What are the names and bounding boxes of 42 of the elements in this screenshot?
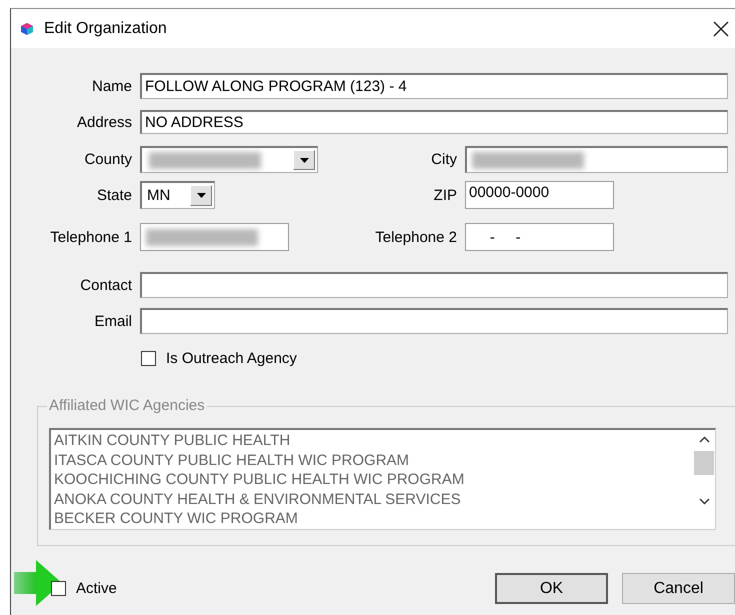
window-title: Edit Organization [44, 20, 168, 38]
scroll-thumb[interactable] [694, 451, 714, 475]
arrow-annotation [14, 560, 62, 606]
input-field[interactable]: FOLLOW ALONG PROGRAM (123) - 4 [140, 73, 728, 99]
list-item[interactable]: BECKER COUNTY WIC PROGRAM [54, 509, 693, 528]
dialog-button[interactable]: OK [495, 573, 608, 604]
field-label: State [96, 186, 132, 204]
dialog-button[interactable]: Cancel [622, 573, 735, 604]
field-label: Telephone 1 [49, 228, 132, 246]
input-field[interactable]: - - [465, 223, 614, 251]
checkbox-label: Active [76, 580, 117, 597]
field-label: County [83, 151, 132, 168]
checkbox[interactable] [51, 581, 66, 596]
list-item[interactable]: AITKIN COUNTY PUBLIC HEALTH [54, 431, 693, 450]
scroll-up-icon [698, 436, 710, 443]
input-field[interactable] [140, 223, 289, 251]
close-icon [713, 20, 729, 36]
field-label: Address [76, 114, 132, 130]
field-label: Email [93, 312, 132, 330]
list-item[interactable]: KOOCHICHING COUNTY PUBLIC HEALTH WIC PROGRAM [54, 470, 693, 490]
list-item[interactable]: ANOKA COUNTY HEALTH & ENVIRONMENTAL SERVICES [54, 490, 693, 509]
input-field[interactable]: NO ADDRESS [140, 110, 728, 134]
input-field[interactable] [465, 146, 728, 173]
scroll-down-icon [698, 498, 710, 505]
checkbox-label: Is Outreach Agency [166, 350, 297, 367]
field-label: ZIP [432, 186, 457, 204]
dropdown-arrow-icon [196, 193, 206, 198]
list-box[interactable]: AITKIN COUNTY PUBLIC HEALTH ITASCA COUNTY PUBLIC HEALTH WIC PROGRAM KOOCHICHING COUNTY PUBLIC HEALTH WIC PROGRAM ANOKA COUNTY HEALTH & ENVIRONMENTAL SERVICES BECKER COUNTY WIC PROGRAM [49, 428, 716, 530]
dropdown[interactable]: MN [140, 181, 215, 209]
dropdown[interactable] [140, 146, 318, 173]
app-icon [20, 22, 34, 36]
input-field[interactable] [140, 272, 728, 298]
field-label: Contact [79, 276, 132, 294]
dropdown-arrow-icon [300, 158, 308, 162]
field-label: City [430, 151, 457, 168]
input-field[interactable] [140, 308, 728, 334]
list-item[interactable]: ITASCA COUNTY PUBLIC HEALTH WIC PROGRAM [54, 450, 693, 470]
field-label: Telephone 2 [374, 228, 457, 246]
field-label: Name [90, 78, 132, 94]
checkbox[interactable] [141, 351, 156, 366]
group-title: Affiliated WIC Agencies [47, 398, 207, 414]
input-field[interactable]: 00000-0000 [465, 181, 614, 209]
